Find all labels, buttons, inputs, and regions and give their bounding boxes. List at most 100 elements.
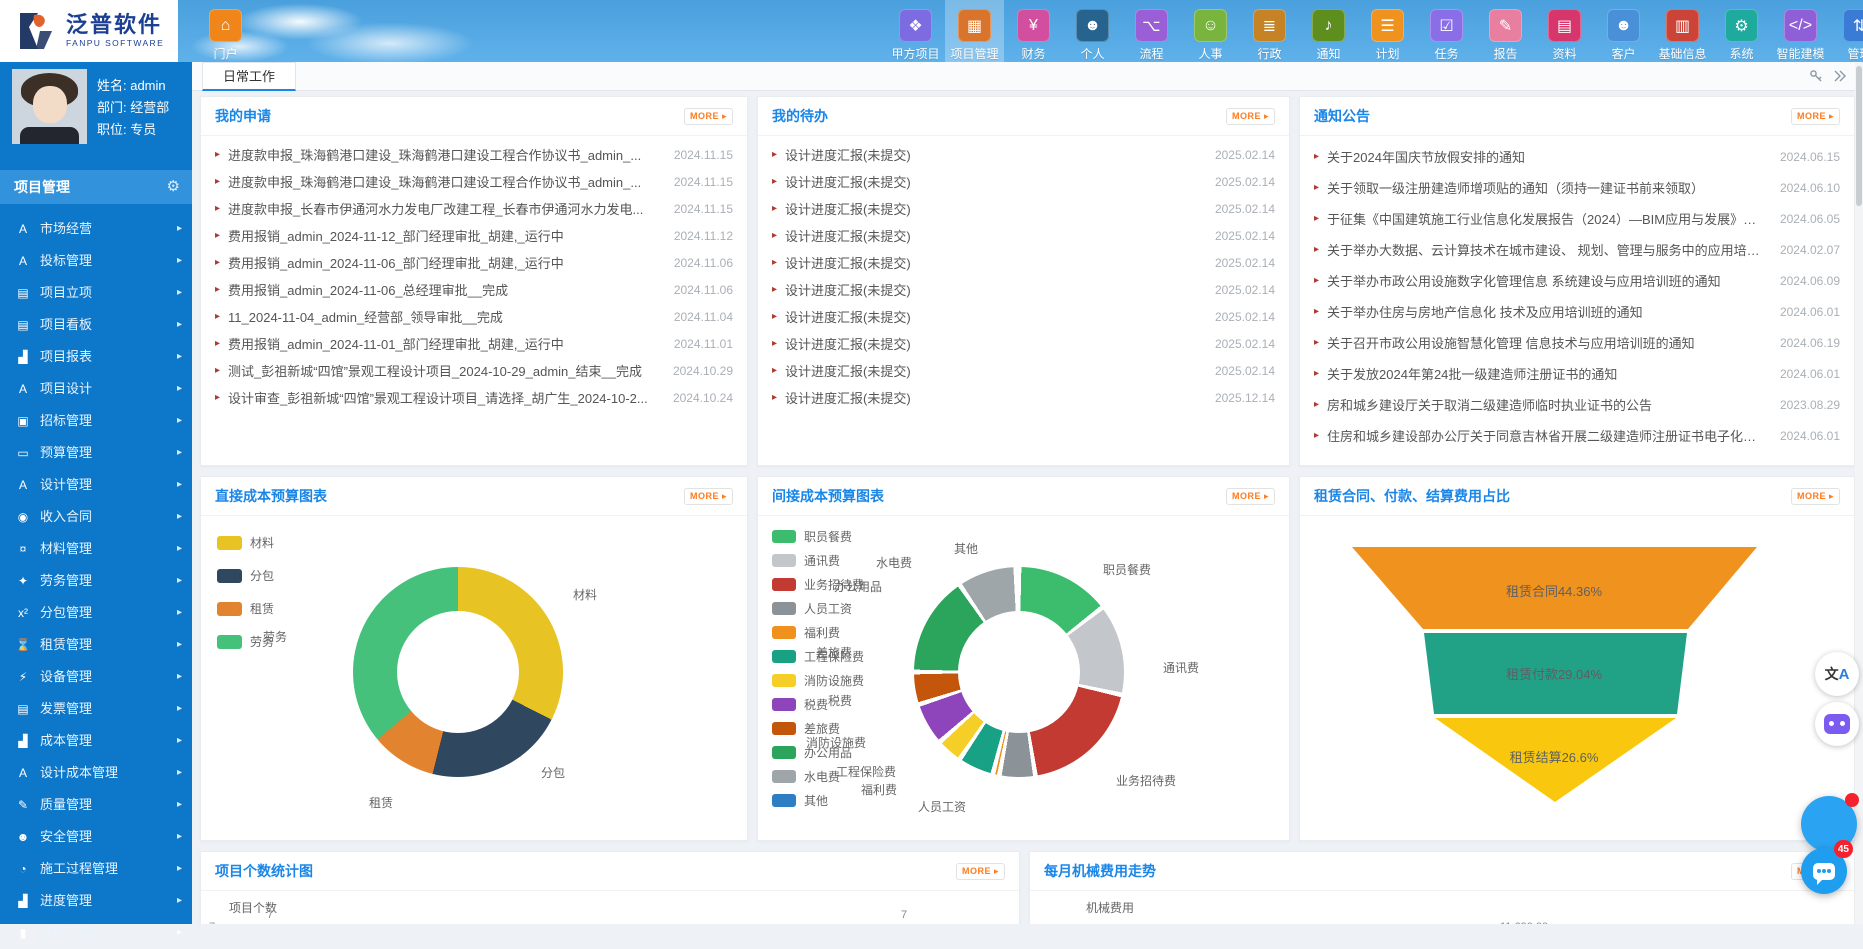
list-item[interactable]: 设计进度汇报(未提交) 2025.02.14 xyxy=(772,168,1275,195)
nav-item[interactable]: ▦ 项目管理 xyxy=(945,0,1004,62)
assistant-widget[interactable] xyxy=(1815,702,1859,746)
sidebar-module-header[interactable]: 项目管理 ⚙ xyxy=(0,170,192,204)
sidebar-menu-item[interactable]: ◔ 施工过程管理 ▸ xyxy=(0,853,192,885)
list-item[interactable]: 设计进度汇报(未提交) 2025.02.14 xyxy=(772,330,1275,357)
legend-item[interactable]: 办公用品 xyxy=(772,740,864,764)
list-item[interactable]: 设计进度汇报(未提交) 2025.02.14 xyxy=(772,222,1275,249)
nav-item[interactable]: ⚙ 系统 xyxy=(1712,0,1771,62)
list-item[interactable]: 设计进度汇报(未提交) 2025.02.14 xyxy=(772,141,1275,168)
sidebar-menu-item[interactable]: ▮ 证件管理 ▸ xyxy=(0,917,192,949)
nav-item[interactable]: ☻ 客户 xyxy=(1594,0,1653,62)
item-text[interactable]: 关于领取一级注册建造师增项贴的通知（须持一建证书前来领取） xyxy=(1327,178,1768,197)
item-text[interactable]: 关于发放2024年第24批一级建造师注册证书的通知 xyxy=(1327,364,1768,383)
item-text[interactable]: 设计进度汇报(未提交) xyxy=(785,172,1203,191)
more-button[interactable]: MORE ▸ xyxy=(1791,108,1840,125)
sidebar-menu-item[interactable]: ▤ 发票管理 ▸ xyxy=(0,693,192,725)
sidebar-menu-item[interactable]: ◉ 收入合同 ▸ xyxy=(0,501,192,533)
list-item[interactable]: 进度款申报_长春市伊通河水力发电厂改建工程_长春市伊通河水力发电... 2024… xyxy=(215,195,733,222)
list-item[interactable]: 测试_彭祖新城“四馆”景观工程设计项目_2024-10-29_admin_结束_… xyxy=(215,357,733,384)
list-item[interactable]: 设计进度汇报(未提交) 2025.02.14 xyxy=(772,303,1275,330)
item-text[interactable]: 设计进度汇报(未提交) xyxy=(785,334,1203,353)
item-text[interactable]: 房和城乡建设厅关于取消二级建造师临时执业证书的公告 xyxy=(1327,395,1768,414)
more-button[interactable]: MORE ▸ xyxy=(684,108,733,125)
sidebar-menu-item[interactable]: A 投标管理 ▸ xyxy=(0,245,192,277)
user-avatar[interactable] xyxy=(12,69,87,144)
sidebar-menu-item[interactable]: A 设计管理 ▸ xyxy=(0,469,192,501)
more-button[interactable]: MORE ▸ xyxy=(956,863,1005,880)
nav-item[interactable]: ▤ 资料 xyxy=(1535,0,1594,62)
list-item[interactable]: 关于2024年国庆节放假安排的通知 2024.06.15 xyxy=(1314,141,1840,172)
item-text[interactable]: 进度款申报_珠海鹤港口建设_珠海鹤港口建设工程合作协议书_admin_... xyxy=(228,172,662,191)
lease-funnel[interactable]: 租赁合同44.36% 租赁付款29.04% 租赁结算26.6% xyxy=(1300,516,1854,840)
list-item[interactable]: 关于举办市政公用设施数字化管理信息 系统建设与应用培训班的通知 2024.06.… xyxy=(1314,265,1840,296)
list-item[interactable]: 设计进度汇报(未提交) 2025.12.14 xyxy=(772,384,1275,411)
list-item[interactable]: 关于领取一级注册建造师增项贴的通知（须持一建证书前来领取） 2024.06.10 xyxy=(1314,172,1840,203)
item-text[interactable]: 费用报销_admin_2024-11-06_部门经理审批_胡建,_运行中 xyxy=(228,253,662,272)
expand-icon[interactable] xyxy=(1833,69,1847,83)
settings-gear-icon[interactable]: ⚙ xyxy=(167,170,180,204)
nav-item[interactable]: ▥ 基础信息 xyxy=(1653,0,1712,62)
list-item[interactable]: 设计进度汇报(未提交) 2025.02.14 xyxy=(772,357,1275,384)
sidebar-menu-item[interactable]: ¤ 材料管理 ▸ xyxy=(0,533,192,565)
sidebar-menu-item[interactable]: ⚡ 设备管理 ▸ xyxy=(0,661,192,693)
nav-item[interactable]: ⌥ 流程 xyxy=(1122,0,1181,62)
nav-item[interactable]: ¥ 财务 xyxy=(1004,0,1063,62)
legend-item[interactable]: 消防设施费 xyxy=(772,668,864,692)
item-text[interactable]: 设计进度汇报(未提交) xyxy=(785,145,1203,164)
legend-item[interactable]: 工程保险费 xyxy=(772,644,864,668)
list-item[interactable]: 设计进度汇报(未提交) 2025.02.14 xyxy=(772,276,1275,303)
list-item[interactable]: 关于举办大数据、云计算技术在城市建设、 规划、管理与服务中的应用培训班... 2… xyxy=(1314,234,1840,265)
item-text[interactable]: 关于2024年国庆节放假安排的通知 xyxy=(1327,147,1768,166)
sidebar-menu-item[interactable]: ▤ 项目立项 ▸ xyxy=(0,277,192,309)
item-text[interactable]: 关于举办市政公用设施数字化管理信息 系统建设与应用培训班的通知 xyxy=(1327,271,1768,290)
item-text[interactable]: 进度款申报_长春市伊通河水力发电厂改建工程_长春市伊通河水力发电... xyxy=(228,199,662,218)
legend-item[interactable]: 差旅费 xyxy=(772,716,864,740)
legend-item[interactable]: 福利费 xyxy=(772,620,864,644)
sidebar-menu-item[interactable]: ▟ 进度管理 ▸ xyxy=(0,885,192,917)
list-item[interactable]: 费用报销_admin_2024-11-06_总经理审批__完成 2024.11.… xyxy=(215,276,733,303)
nav-item[interactable]: ☺ 人事 xyxy=(1181,0,1240,62)
legend-item[interactable]: 其他 xyxy=(772,788,864,812)
legend-item[interactable]: 分包 xyxy=(217,559,274,592)
more-button[interactable]: MORE ▸ xyxy=(1226,108,1275,125)
list-item[interactable]: 费用报销_admin_2024-11-06_部门经理审批_胡建,_运行中 202… xyxy=(215,249,733,276)
item-text[interactable]: 住房和城乡建设部办公厅关于同意吉林省开展二级建造师注册证书电子化试点... xyxy=(1327,426,1768,445)
item-text[interactable]: 设计进度汇报(未提交) xyxy=(785,253,1203,272)
item-text[interactable]: 于征集《中国建筑施工行业信息化发展报告（2024）—BIM应用与发展》材料... xyxy=(1327,209,1768,228)
list-item[interactable]: 关于发放2024年第24批一级建造师注册证书的通知 2024.06.01 xyxy=(1314,358,1840,389)
nav-item[interactable]: ≣ 行政 xyxy=(1240,0,1299,62)
list-item[interactable]: 费用报销_admin_2024-11-12_部门经理审批_胡建,_运行中 202… xyxy=(215,222,733,249)
nav-item[interactable]: </> 智能建模 xyxy=(1771,0,1830,62)
item-text[interactable]: 测试_彭祖新城“四馆”景观工程设计项目_2024-10-29_admin_结束_… xyxy=(228,361,661,380)
item-text[interactable]: 设计进度汇报(未提交) xyxy=(785,388,1203,407)
sidebar-menu-item[interactable]: x² 分包管理 ▸ xyxy=(0,597,192,629)
list-item[interactable]: 房和城乡建设厅关于取消二级建造师临时执业证书的公告 2023.08.29 xyxy=(1314,389,1840,420)
list-item[interactable]: 设计进度汇报(未提交) 2025.02.14 xyxy=(772,249,1275,276)
more-button[interactable]: MORE ▸ xyxy=(684,488,733,505)
item-text[interactable]: 设计进度汇报(未提交) xyxy=(785,280,1203,299)
item-text[interactable]: 费用报销_admin_2024-11-12_部门经理审批_胡建,_运行中 xyxy=(228,226,662,245)
nav-item[interactable]: ❖ 甲方项目 xyxy=(886,0,945,62)
legend-item[interactable]: 职员餐费 xyxy=(772,524,864,548)
sidebar-menu-item[interactable]: ▟ 项目报表 ▸ xyxy=(0,341,192,373)
key-icon[interactable] xyxy=(1809,69,1823,83)
item-text[interactable]: 设计进度汇报(未提交) xyxy=(785,199,1203,218)
legend-item[interactable]: 劳务 xyxy=(217,625,274,658)
nav-item[interactable]: ☰ 计划 xyxy=(1358,0,1417,62)
sidebar-menu-item[interactable]: ▭ 预算管理 ▸ xyxy=(0,437,192,469)
chat-widget[interactable]: 45 xyxy=(1801,848,1847,894)
list-item[interactable]: 关于举办住房与房地产信息化 技术及应用培训班的通知 2024.06.01 xyxy=(1314,296,1840,327)
item-text[interactable]: 设计进度汇报(未提交) xyxy=(785,361,1203,380)
indirect-cost-donut[interactable] xyxy=(914,567,1124,777)
sidebar-menu-item[interactable]: ▤ 项目看板 ▸ xyxy=(0,309,192,341)
nav-item[interactable]: ♪ 通知 xyxy=(1299,0,1358,62)
item-text[interactable]: 设计进度汇报(未提交) xyxy=(785,226,1203,245)
item-text[interactable]: 关于召开市政公用设施智慧化管理 信息技术与应用培训班的通知 xyxy=(1327,333,1768,352)
nav-item[interactable]: ✎ 报告 xyxy=(1476,0,1535,62)
list-item[interactable]: 进度款申报_珠海鹤港口建设_珠海鹤港口建设工程合作协议书_admin_... 2… xyxy=(215,168,733,195)
scrollbar-thumb[interactable] xyxy=(1856,66,1862,206)
legend-item[interactable]: 材料 xyxy=(217,526,274,559)
nav-item-portal[interactable]: ⌂ 门户 xyxy=(196,0,255,62)
nav-item[interactable]: ☑ 任务 xyxy=(1417,0,1476,62)
list-item[interactable]: 关于召开市政公用设施智慧化管理 信息技术与应用培训班的通知 2024.06.19 xyxy=(1314,327,1840,358)
